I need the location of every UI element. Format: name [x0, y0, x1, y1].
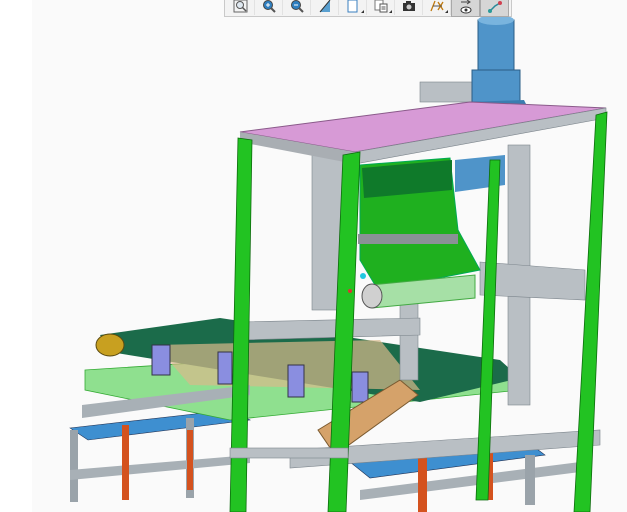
lower-conveyor: [82, 318, 526, 456]
datum-icon: [429, 0, 444, 11]
saved-views-icon: [374, 0, 387, 12]
dropdown-indicator: [445, 10, 448, 13]
zoom-out-button[interactable]: [283, 0, 311, 15]
zoom-fit-icon: [233, 0, 247, 12]
saved-views-button[interactable]: [367, 0, 395, 15]
spin-center-button[interactable]: [480, 0, 509, 17]
datum-display-button[interactable]: [423, 0, 451, 15]
annotation-eye-icon: [460, 0, 471, 13]
snapshot-button[interactable]: [395, 0, 423, 15]
display-style-icon: [347, 0, 357, 12]
base-frame-left: [69, 409, 252, 502]
dropdown-indicator: [389, 10, 392, 13]
repaint-icon: [319, 0, 330, 12]
camera-icon: [402, 0, 415, 11]
zoom-out-icon: [290, 0, 304, 13]
dropdown-indicator: [361, 10, 364, 13]
motor: [462, 15, 530, 114]
spin-center-icon: [487, 0, 502, 13]
cad-model[interactable]: [0, 0, 627, 512]
zoom-in-button[interactable]: [255, 0, 283, 15]
annotation-display-button[interactable]: [451, 0, 480, 17]
zoom-in-icon: [262, 0, 276, 13]
view-toolbar: [224, 0, 512, 17]
zoom-fit-button[interactable]: [227, 0, 255, 15]
display-style-button[interactable]: [339, 0, 367, 15]
repaint-button[interactable]: [311, 0, 339, 15]
